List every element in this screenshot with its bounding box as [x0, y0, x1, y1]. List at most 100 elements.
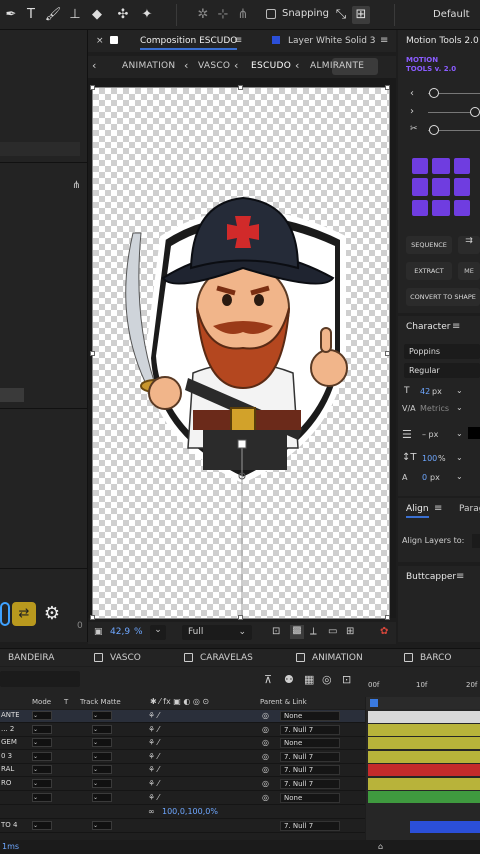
pickwhip-icon[interactable]: ◎ [262, 725, 269, 734]
layer-row[interactable]: GEM ⌄ ⌄ ⚘ ⁄ ◎ None [0, 737, 365, 751]
chevron-down-icon[interactable]: ⌄ [456, 453, 463, 462]
clone-stamp-icon[interactable]: ⊥ [66, 6, 84, 24]
chevron-down-icon[interactable]: ⌄ [456, 386, 463, 395]
vertical-scale-value[interactable]: 100 [422, 454, 437, 463]
tab-vasco[interactable]: VASCO [110, 653, 141, 663]
mode-dropdown[interactable]: ⌄ [32, 792, 52, 802]
parent-dropdown[interactable]: None [280, 792, 340, 803]
mode-dropdown[interactable]: ⌄ [32, 779, 52, 788]
work-area-bar[interactable] [366, 697, 480, 709]
track-matte-dropdown[interactable]: ⌄ [92, 738, 112, 748]
track-matte-dropdown[interactable]: ⌄ [92, 821, 112, 830]
zoom-dropdown[interactable]: ⌄ [150, 625, 166, 640]
leading-value[interactable]: – px [422, 430, 438, 439]
axis-world-icon[interactable]: ✲ [194, 6, 212, 24]
shy-switch-icon[interactable]: ⚘ ⁄ [148, 725, 159, 734]
layer-name[interactable]: RAL [1, 765, 19, 776]
snap-toggle-icon[interactable]: ⤡ [332, 6, 350, 24]
pen-icon[interactable]: ✒ [2, 6, 20, 24]
layer-name[interactable]: TO 4 [1, 821, 19, 832]
menu-icon[interactable]: ≡ [434, 503, 442, 514]
layer-row[interactable]: TO 4 ⌄ ⌄ 7. Null 7 [0, 820, 365, 833]
layer-row[interactable]: ANTE] ⌄ ⌄ ⚘ ⁄ ◎ None [0, 710, 365, 723]
shy-switch-icon[interactable]: ⚘ ⁄ [148, 752, 159, 761]
tab-layer[interactable]: Layer White Solid 3 [288, 36, 376, 46]
region-icon[interactable]: ▭ [328, 626, 337, 637]
parent-dropdown[interactable]: 7. Null 7 [280, 724, 340, 735]
fill-color-swatch[interactable] [468, 427, 480, 439]
mode-dropdown[interactable]: ⌄ [32, 738, 52, 748]
menu-icon[interactable]: ≡ [380, 35, 388, 46]
chevron-down-icon[interactable]: ⌄ [456, 472, 463, 481]
parent-dropdown[interactable]: 7. Null 7 [280, 751, 340, 762]
align-icon[interactable]: ⇉ [458, 236, 480, 254]
resolution-dropdown[interactable]: Full ⌄ [182, 625, 252, 640]
tab-checkbox[interactable] [94, 653, 103, 662]
baseline-value[interactable]: 0 [422, 473, 427, 482]
zoom-icon[interactable]: ▣ [94, 627, 103, 637]
brush-icon[interactable]: 🖌 [44, 6, 62, 24]
axis-local-icon[interactable]: ⊹ [214, 6, 232, 24]
tab-composition[interactable]: Composition ESCUDO [140, 36, 238, 50]
shy-icon[interactable]: ⚉ [284, 673, 294, 686]
nav-vasco[interactable]: VASCO [198, 61, 230, 71]
type-icon[interactable]: T [22, 6, 40, 24]
layer-name[interactable]: ... 2 [1, 725, 19, 736]
chevron-left-icon[interactable]: ‹ [295, 59, 299, 72]
layer-name[interactable] [1, 793, 19, 804]
mode-dropdown[interactable]: ⌄ [32, 821, 52, 830]
layer-name[interactable]: ANTE] [1, 711, 19, 722]
pickwhip-icon[interactable]: ◎ [262, 711, 269, 720]
layer-row[interactable]: 0 3 ⌄ ⌄ ⚘ ⁄ ◎ 7. Null 7 [0, 751, 365, 764]
timeline-search-input[interactable] [0, 671, 80, 687]
extract-button[interactable]: EXTRACT [406, 262, 452, 280]
scissors-icon[interactable]: ✂ [410, 124, 418, 134]
anchor-grid[interactable] [412, 158, 470, 216]
chevron-right-icon[interactable]: › [410, 106, 414, 117]
track-matte-dropdown[interactable]: ⌄ [92, 751, 112, 761]
font-size-value[interactable]: 42 [420, 387, 430, 396]
sequence-button[interactable]: SEQUENCE [406, 236, 452, 254]
tab-bandeira[interactable]: BANDEIRA [8, 653, 54, 663]
grid-icon[interactable]: ⊞ [346, 626, 354, 637]
nav-escudo[interactable]: ESCUDO [251, 61, 291, 71]
shy-switch-icon[interactable]: ⚘ ⁄ [148, 738, 159, 747]
shy-switch-icon[interactable]: ⚘ ⁄ [148, 793, 159, 802]
layer-name[interactable]: GEM [1, 738, 19, 749]
pickwhip-icon[interactable]: ◎ [262, 738, 269, 747]
workspace-default[interactable]: Default [433, 9, 470, 20]
more-button[interactable]: ME [458, 262, 480, 280]
chevron-left-icon[interactable]: ‹ [410, 88, 414, 99]
slider-thumb[interactable] [429, 125, 439, 135]
parent-dropdown[interactable]: None [280, 711, 340, 721]
pickwhip-icon[interactable]: ◎ [262, 779, 269, 788]
tab-checkbox[interactable] [404, 653, 413, 662]
chevron-down-icon[interactable]: ⌄ [456, 429, 463, 438]
snapping-checkbox[interactable] [266, 9, 276, 19]
axis-view-icon[interactable]: ⋔ [234, 6, 252, 24]
track-matte-dropdown[interactable]: ⌄ [92, 792, 112, 802]
convert-to-shape-button[interactable]: CONVERT TO SHAPE [406, 288, 480, 306]
menu-icon[interactable]: ≡ [452, 321, 460, 332]
mask-icon[interactable]: ⟂ [310, 626, 317, 637]
layer-name[interactable]: 0 3 [1, 752, 19, 763]
playhead[interactable] [370, 699, 378, 707]
tab-checkbox[interactable] [296, 653, 305, 662]
sort-icon[interactable]: ⇄ [12, 602, 36, 626]
menu-icon[interactable]: ≡ [456, 571, 464, 582]
color-channels-icon[interactable]: ✿ [380, 626, 388, 637]
track-matte-dropdown[interactable]: ⌄ [92, 724, 112, 734]
zoom-out-icon[interactable]: ⌂ [378, 842, 383, 851]
pickwhip-icon[interactable]: ◎ [262, 765, 269, 774]
puppet-pin-icon[interactable]: ✦ [138, 6, 156, 24]
tab-checkbox[interactable] [184, 653, 193, 662]
tab-paragraph[interactable]: Parag [459, 504, 480, 514]
font-family-dropdown[interactable]: Poppins [404, 344, 480, 359]
eraser-icon[interactable]: ◆ [88, 6, 106, 24]
track-matte-dropdown[interactable]: ⌄ [92, 779, 112, 788]
mode-dropdown[interactable]: ⌄ [32, 751, 52, 761]
layer-row[interactable]: ⌄ ⌄ ⚘ ⁄ ◎ None [0, 792, 365, 805]
chevron-down-icon[interactable]: ⌄ [456, 403, 463, 412]
mode-dropdown[interactable]: ⌄ [32, 711, 52, 720]
menu-icon[interactable]: ≡ [234, 35, 242, 46]
